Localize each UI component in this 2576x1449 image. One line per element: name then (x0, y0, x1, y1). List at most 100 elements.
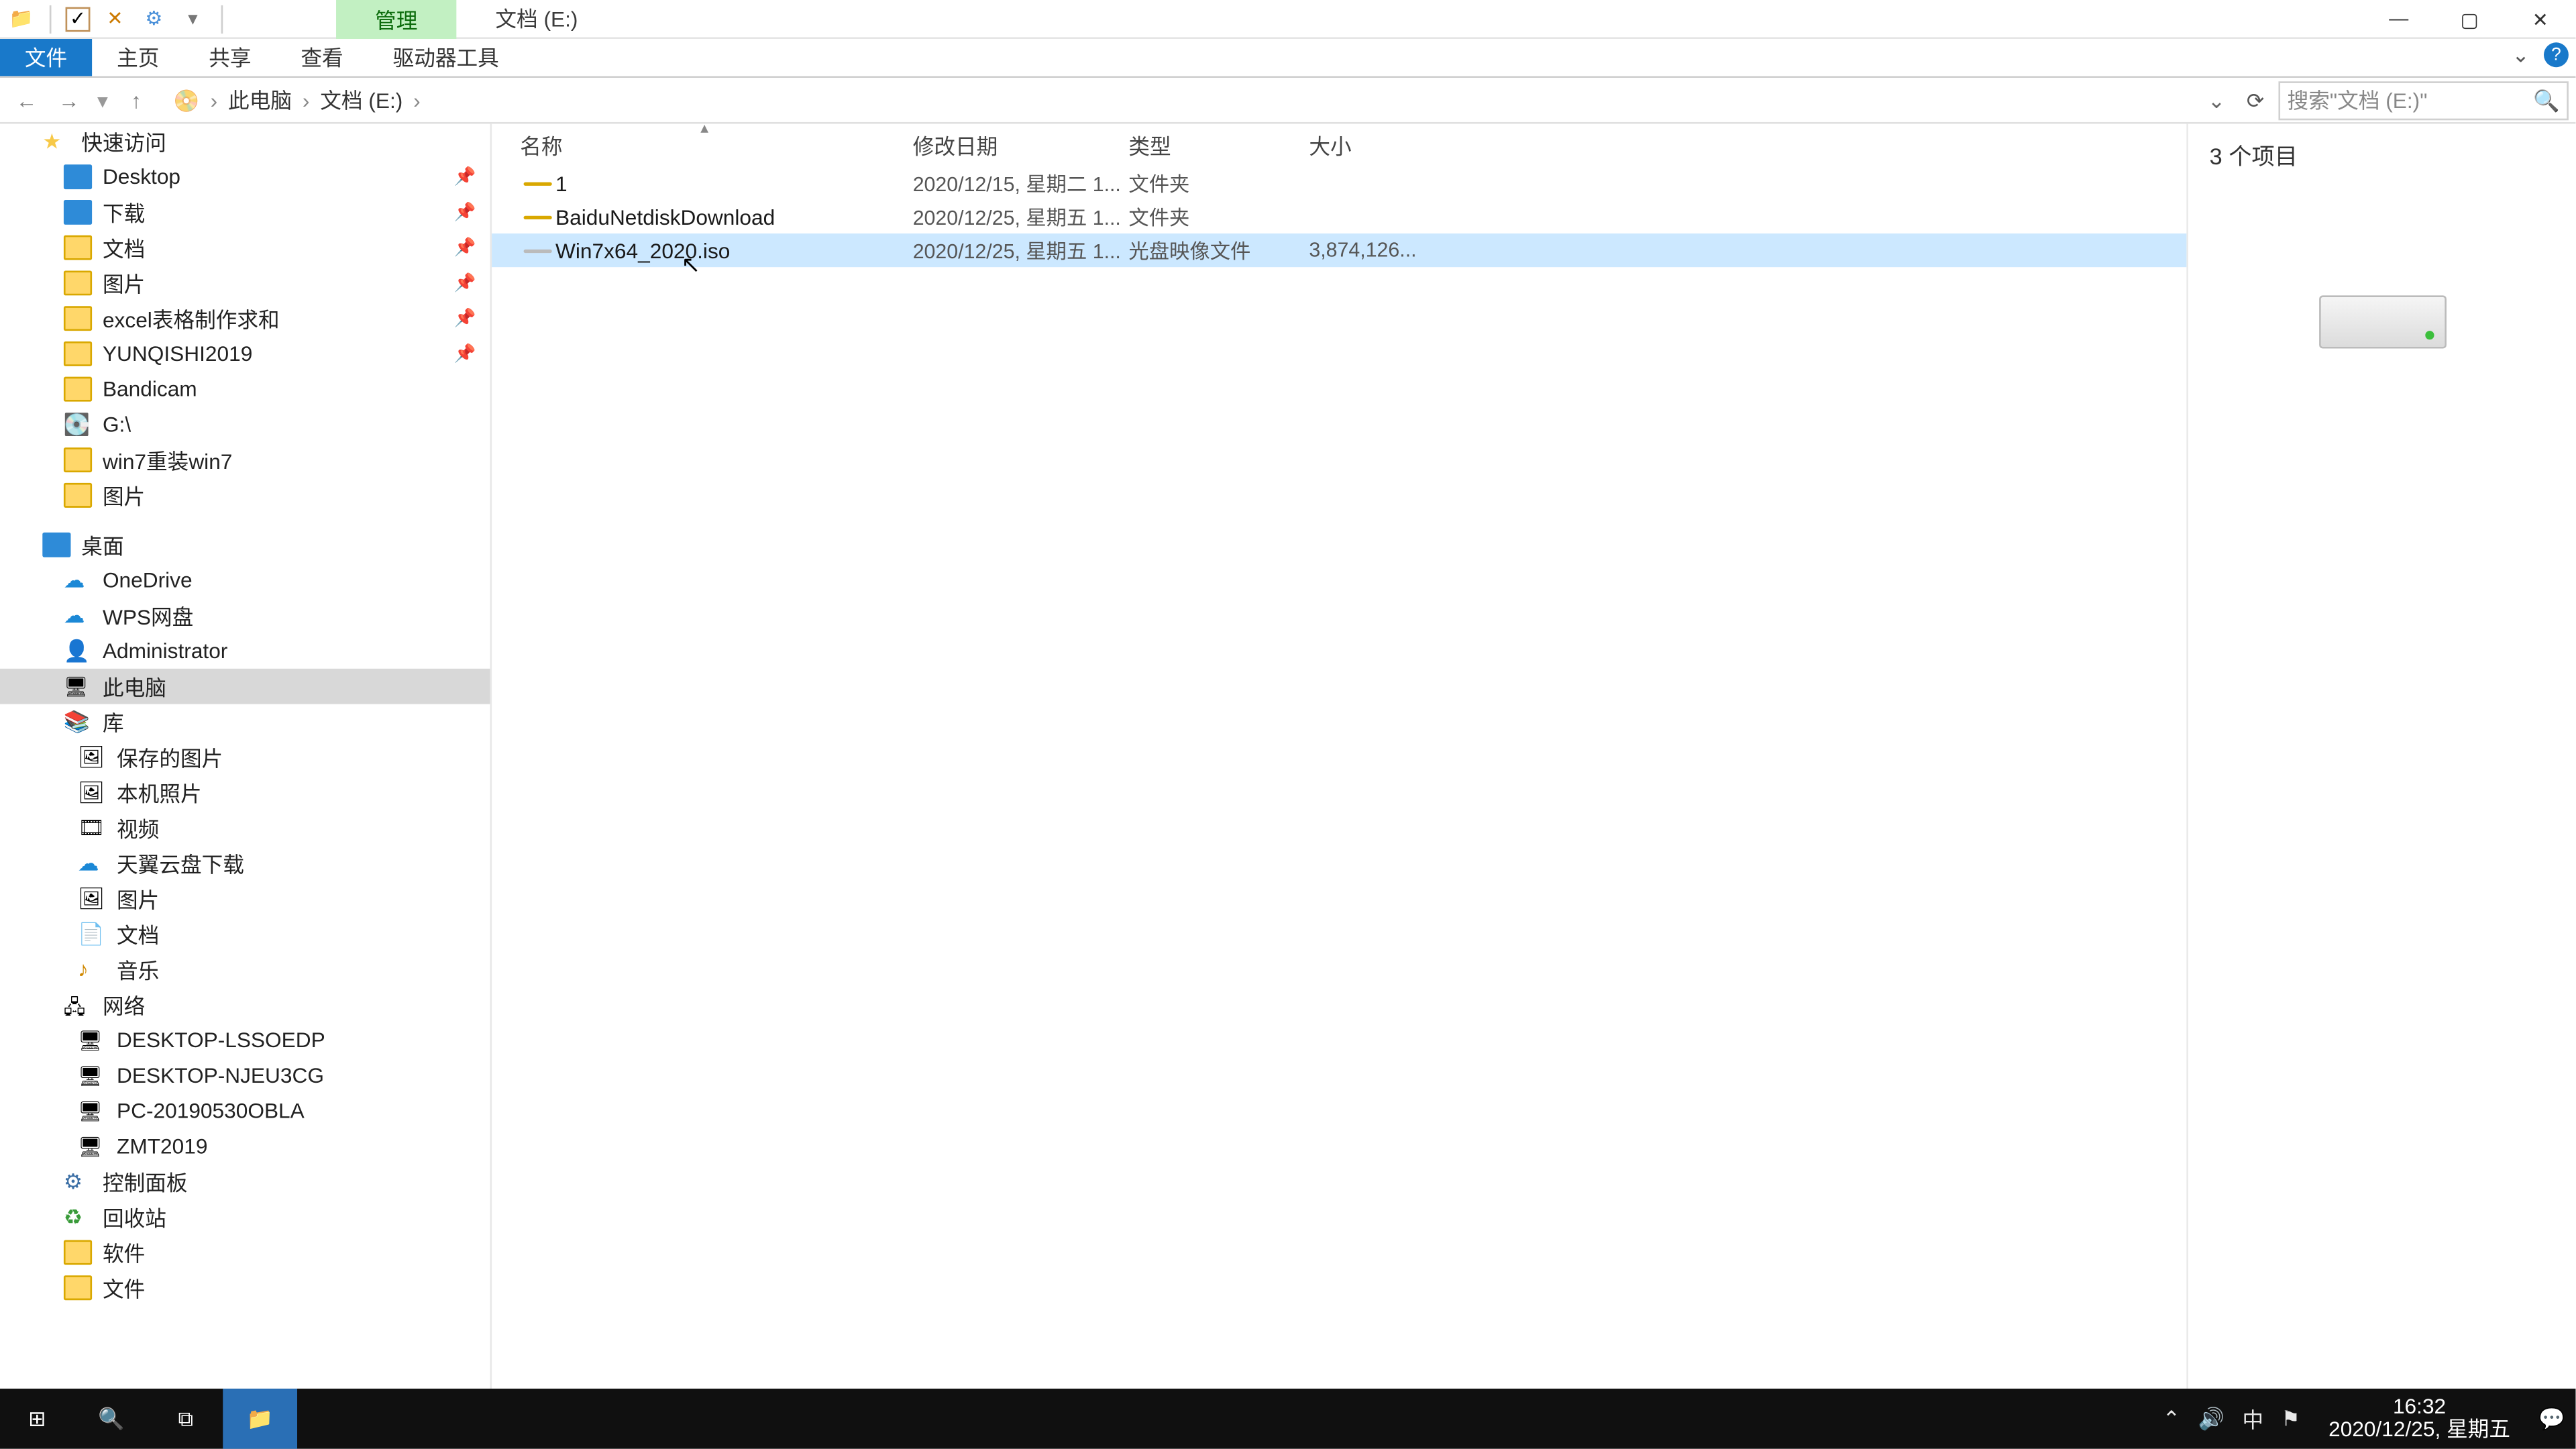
sidebar-label: 回收站 (103, 1202, 166, 1232)
column-header-name[interactable]: 名称 (520, 124, 562, 166)
sidebar-item[interactable]: 下载 📌 (0, 195, 490, 230)
back-button[interactable]: ← (7, 80, 46, 119)
chevron-right-icon[interactable]: › (407, 88, 428, 113)
sidebar-files[interactable]: 文件 (0, 1270, 490, 1305)
sidebar-item[interactable]: WPS网盘 (0, 598, 490, 633)
file-row[interactable]: Win7x64_2020.iso 2020/12/25, 星期五 1... 光盘… (492, 233, 2186, 267)
music-icon (78, 957, 106, 982)
sidebar-item[interactable]: 本机照片 (0, 775, 490, 810)
sidebar-item-label: OneDrive (103, 568, 193, 592)
task-view-button[interactable]: ⧉ (149, 1389, 223, 1449)
sidebar-item[interactable]: Administrator (0, 633, 490, 669)
sidebar-item[interactable]: 库 (0, 704, 490, 740)
maximize-button[interactable]: ▢ (2434, 0, 2505, 39)
sidebar-software[interactable]: 软件 (0, 1235, 490, 1271)
refresh-button[interactable]: ⟳ (2236, 88, 2275, 113)
sidebar-label: 桌面 (81, 530, 123, 560)
sidebar-item[interactable]: 图片 (0, 881, 490, 916)
search-box[interactable]: 搜索"文档 (E:)" 🔍 (2278, 80, 2568, 119)
sidebar-item[interactable]: OneDrive (0, 563, 490, 598)
minimize-button[interactable]: — (2363, 0, 2434, 39)
sidebar-item-label: win7重装win7 (103, 445, 232, 475)
column-header-date[interactable]: 修改日期 (913, 124, 998, 166)
ribbon-tab-view[interactable]: 查看 (276, 39, 368, 76)
taskbar-search-button[interactable]: 🔍 (74, 1389, 149, 1449)
sidebar-item[interactable]: 文档 📌 (0, 230, 490, 266)
sidebar-item[interactable]: 图片 📌 (0, 266, 490, 301)
notification-flag-icon[interactable]: ⚑ (2282, 1406, 2300, 1431)
breadcrumb-this-pc[interactable]: 此电脑 (225, 85, 296, 115)
taskbar-clock[interactable]: 16:32 2020/12/25, 星期五 (2318, 1395, 2521, 1442)
action-center-icon[interactable]: 💬 (2538, 1406, 2565, 1431)
ribbon-tab-share[interactable]: 共享 (184, 39, 276, 76)
network-icon (64, 992, 92, 1017)
folder-icon (64, 306, 92, 331)
computer-icon (78, 1063, 106, 1088)
column-header-type[interactable]: 类型 (1128, 124, 1171, 166)
breadcrumb-drive[interactable]: 文档 (E:) (317, 85, 407, 115)
qat-new-folder-icon[interactable]: ✕ (101, 5, 129, 33)
ribbon-tabs: 文件 主页 共享 查看 驱动器工具 ⌄ ? (0, 39, 2575, 78)
taskbar-explorer-button[interactable]: 📁 (223, 1389, 297, 1449)
sidebar-item[interactable]: 视频 (0, 810, 490, 846)
ribbon-tab-home[interactable]: 主页 (92, 39, 184, 76)
search-placeholder: 搜索"文档 (E:)" (2288, 85, 2428, 115)
forward-button[interactable]: → (50, 80, 89, 119)
sidebar-item[interactable]: 保存的图片 (0, 739, 490, 775)
sidebar-desktop[interactable]: 桌面 (0, 527, 490, 563)
file-row[interactable]: 1 2020/12/15, 星期二 1... 文件夹 (492, 166, 2186, 200)
sidebar-item[interactable]: YUNQISHI2019 📌 (0, 336, 490, 372)
ribbon-tab-file[interactable]: 文件 (0, 39, 92, 76)
chevron-right-icon[interactable]: › (295, 88, 317, 113)
ime-indicator[interactable]: 中 (2242, 1403, 2263, 1434)
computer-icon (78, 1028, 106, 1053)
sidebar-item[interactable]: Desktop 📌 (0, 159, 490, 195)
qat-settings-icon[interactable]: ⚙ (140, 5, 168, 33)
ribbon-expand-icon[interactable]: ⌄ (2512, 42, 2530, 67)
chevron-right-icon[interactable]: › (203, 88, 225, 113)
start-button[interactable]: ⊞ (0, 1389, 74, 1449)
column-header-size[interactable]: 大小 (1309, 124, 1351, 166)
search-icon[interactable]: 🔍 (2533, 88, 2559, 113)
sidebar-item[interactable]: G:\ (0, 407, 490, 443)
recent-dropdown-icon[interactable]: ▾ (92, 80, 113, 119)
file-row[interactable]: BaiduNetdiskDownload 2020/12/25, 星期五 1..… (492, 200, 2186, 233)
search-icon: 🔍 (98, 1406, 124, 1431)
sidebar-item[interactable]: 文档 (0, 916, 490, 952)
pin-icon: 📌 (454, 309, 476, 328)
sidebar-item-label: Administrator (103, 639, 227, 663)
sidebar-network[interactable]: 网络 (0, 987, 490, 1022)
sidebar-item-label: 文档 (117, 919, 159, 949)
folder-icon (64, 447, 92, 472)
context-tab-manage[interactable]: 管理 (336, 0, 456, 39)
close-button[interactable]: ✕ (2505, 0, 2575, 39)
ribbon-tab-drivetools[interactable]: 驱动器工具 (368, 39, 524, 76)
qat-dropdown-icon[interactable]: ▾ (178, 5, 207, 33)
pin-icon: 📌 (454, 203, 476, 222)
help-icon[interactable]: ? (2544, 42, 2569, 67)
file-name: 1 (555, 170, 568, 195)
tray-overflow-icon[interactable]: ⌃ (2163, 1406, 2181, 1431)
video-icon (78, 816, 106, 841)
sidebar-item[interactable]: win7重装win7 (0, 442, 490, 478)
up-button[interactable]: ↑ (117, 80, 156, 119)
sidebar-item[interactable]: 此电脑 (0, 669, 490, 704)
sidebar-item-label: 本机照片 (117, 777, 202, 808)
address-history-dropdown-icon[interactable]: ⌄ (2200, 88, 2232, 113)
volume-icon[interactable]: 🔊 (2198, 1406, 2224, 1431)
pin-icon: 📌 (454, 167, 476, 186)
sidebar-item[interactable]: DESKTOP-LSSOEDP (0, 1022, 490, 1058)
sidebar-item[interactable]: 图片 (0, 478, 490, 513)
sidebar-recycle-bin[interactable]: 回收站 (0, 1199, 490, 1235)
sidebar-item[interactable]: ZMT2019 (0, 1128, 490, 1164)
sidebar-item[interactable]: excel表格制作求和 📌 (0, 301, 490, 336)
sidebar-item[interactable]: 天翼云盘下载 (0, 845, 490, 881)
address-bar[interactable]: 📀 › 此电脑 › 文档 (E:) › (163, 80, 2198, 119)
sidebar-quick-access[interactable]: 快速访问 (0, 124, 490, 160)
sidebar-item[interactable]: DESKTOP-NJEU3CG (0, 1058, 490, 1093)
sidebar-control-panel[interactable]: 控制面板 (0, 1164, 490, 1199)
sidebar-item[interactable]: 音乐 (0, 952, 490, 987)
qat-properties-icon[interactable]: ✓ (66, 6, 91, 31)
sidebar-item[interactable]: Bandicam (0, 372, 490, 407)
sidebar-item[interactable]: PC-20190530OBLA (0, 1093, 490, 1129)
